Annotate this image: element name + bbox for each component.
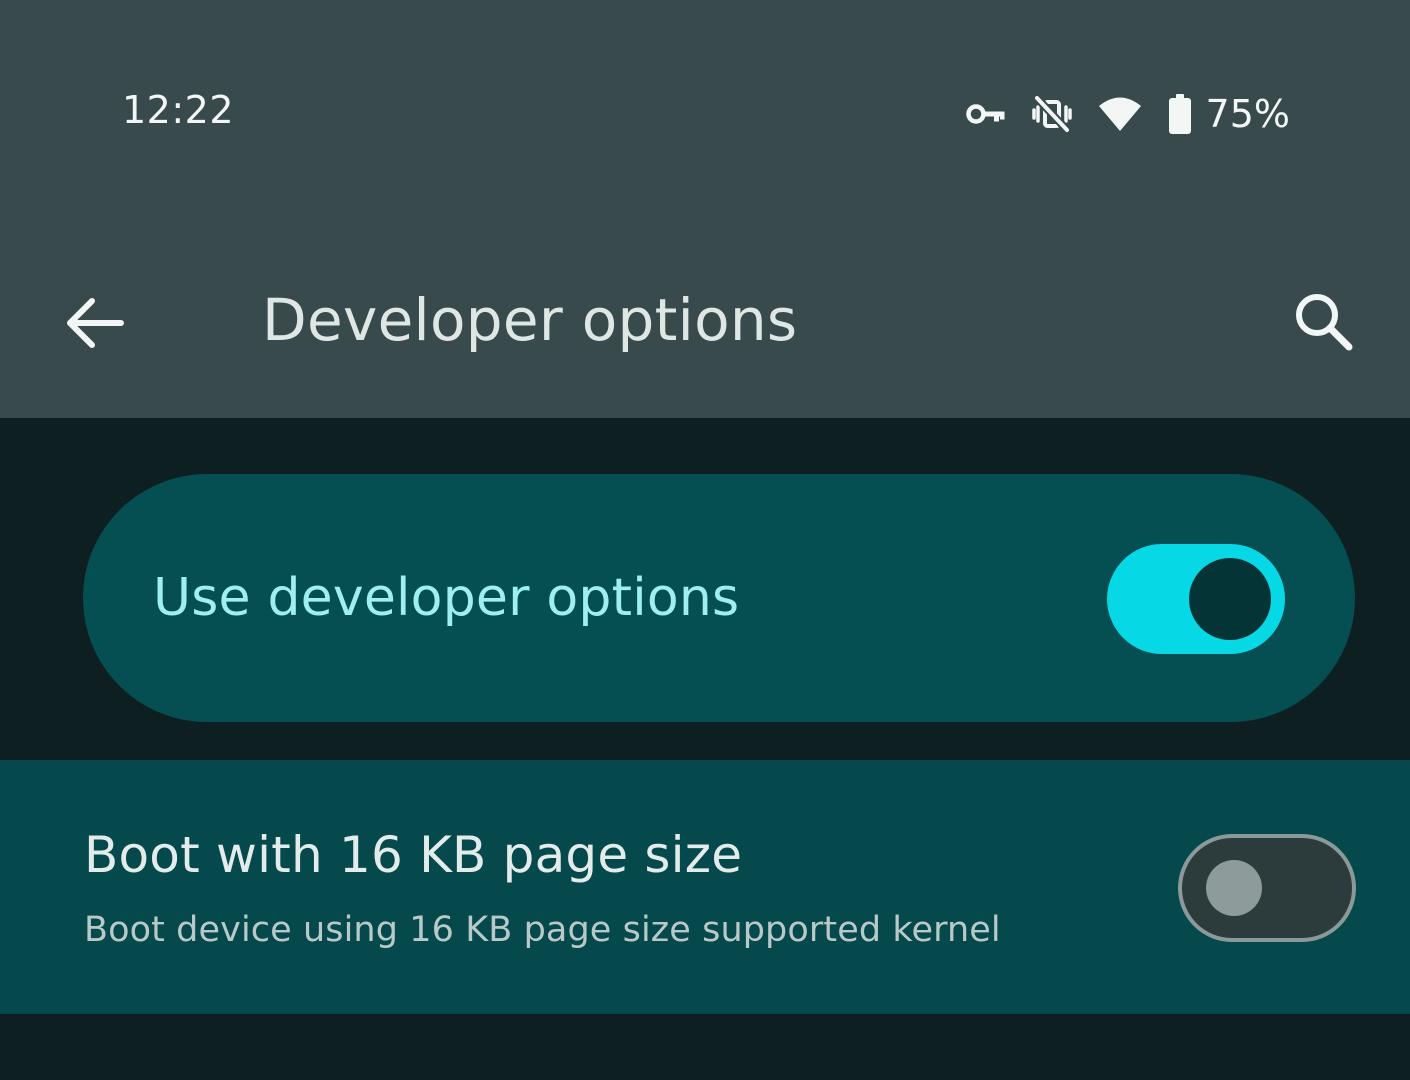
boot-16kb-switch[interactable]	[1178, 834, 1356, 942]
setting-row-16kb-page-size[interactable]: Boot with 16 KB page size Boot device us…	[0, 760, 1410, 1014]
setting-summary: Boot device using 16 KB page size suppor…	[84, 910, 1001, 950]
search-button[interactable]	[1288, 286, 1360, 358]
main-switch-label: Use developer options	[153, 568, 740, 628]
arrow-back-icon	[67, 298, 124, 348]
developer-options-switch[interactable]	[1107, 544, 1285, 654]
main-switch-bar[interactable]: Use developer options	[83, 474, 1355, 722]
vpn-key-icon	[965, 100, 1006, 128]
back-button[interactable]	[62, 290, 128, 356]
battery-icon	[1168, 94, 1192, 134]
settings-screen: 12:22 75% Developer options Use develope…	[0, 0, 1410, 1080]
top-app-bar: 12:22 75% Developer options	[0, 0, 1410, 418]
vibrate-off-icon	[1031, 94, 1072, 134]
switch-thumb	[1206, 860, 1262, 916]
status-icons: 75%	[965, 88, 1290, 140]
switch-thumb	[1189, 558, 1271, 640]
battery-percentage: 75%	[1205, 92, 1290, 136]
status-time: 12:22	[122, 88, 235, 132]
setting-title: Boot with 16 KB page size	[84, 826, 743, 884]
search-icon	[1296, 294, 1353, 351]
page-title: Developer options	[262, 286, 798, 354]
wifi-icon	[1098, 96, 1142, 132]
